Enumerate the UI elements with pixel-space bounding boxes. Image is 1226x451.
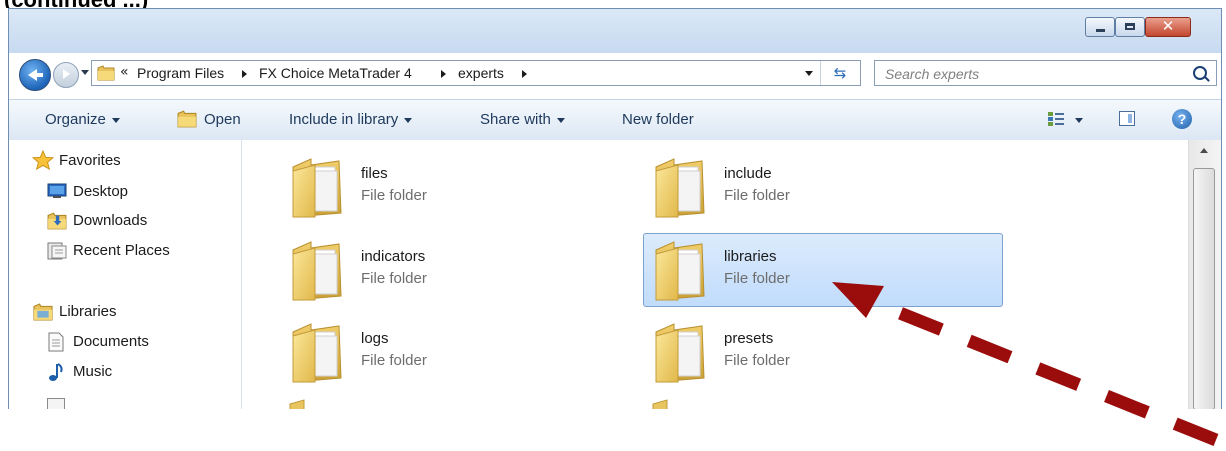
chevron-down-icon <box>556 117 565 123</box>
breadcrumb-separator[interactable] <box>441 70 446 78</box>
views-dropdown[interactable] <box>1075 118 1083 123</box>
open-folder-icon <box>177 110 197 128</box>
close-button[interactable]: ✕ <box>1145 17 1191 37</box>
maximize-button[interactable] <box>1115 17 1145 37</box>
search-input[interactable] <box>883 64 1177 84</box>
scroll-up-arrow[interactable] <box>1200 148 1208 153</box>
refresh-icon[interactable]: ⇆ <box>820 61 859 85</box>
minimize-button[interactable] <box>1085 17 1115 37</box>
breadcrumb-program-files[interactable]: Program Files <box>137 65 224 81</box>
breadcrumb-separator[interactable] <box>242 70 247 78</box>
recent-pages-dropdown[interactable] <box>81 70 89 75</box>
folder-type: File folder <box>361 270 427 287</box>
nav-music[interactable]: Music <box>73 363 112 380</box>
include-in-library-button[interactable]: Include in library <box>289 111 413 128</box>
folder-item-libraries[interactable]: libraries File folder <box>643 233 1003 307</box>
star-icon <box>32 150 54 170</box>
folder-icon <box>289 240 347 302</box>
search-icon[interactable] <box>1193 66 1207 80</box>
folder-type: File folder <box>361 187 427 204</box>
views-icon[interactable] <box>1047 111 1065 127</box>
help-icon[interactable]: ? <box>1172 109 1192 129</box>
nav-downloads[interactable]: Downloads <box>73 212 147 229</box>
folder-item-files[interactable]: files File folder <box>280 150 640 224</box>
open-button[interactable]: Open <box>204 111 241 128</box>
folder-icon <box>97 65 115 81</box>
nav-documents[interactable]: Documents <box>73 333 149 350</box>
folder-item-logs[interactable]: logs File folder <box>280 315 640 389</box>
folder-name: files <box>361 165 388 182</box>
chevron-down-icon <box>111 117 120 123</box>
organize-label: Organize <box>45 111 106 128</box>
address-bar[interactable]: « Program Files FX Choice MetaTrader 4 e… <box>91 60 861 86</box>
share-with-button[interactable]: Share with <box>480 111 565 128</box>
folder-item-indicators[interactable]: indicators File folder <box>280 233 640 307</box>
organize-button[interactable]: Organize <box>45 111 120 128</box>
downloads-icon <box>47 212 67 230</box>
nav-favorites[interactable]: Favorites <box>59 152 121 169</box>
desktop-icon <box>47 183 67 198</box>
new-folder-button[interactable]: New folder <box>622 111 694 128</box>
folder-name: include <box>724 165 772 182</box>
nav-libraries[interactable]: Libraries <box>59 303 117 320</box>
partial-folder-icon <box>652 399 668 409</box>
breadcrumb-experts[interactable]: experts <box>458 65 504 81</box>
breadcrumb-separator[interactable] <box>522 70 527 78</box>
file-list: files File folder include File folder in… <box>242 140 1188 409</box>
folder-type: File folder <box>724 352 790 369</box>
chevron-down-icon <box>404 117 413 123</box>
title-bar: ✕ <box>9 9 1221 53</box>
folder-type: File folder <box>724 270 790 287</box>
pictures-icon <box>47 398 65 409</box>
breadcrumb-fx-choice[interactable]: FX Choice MetaTrader 4 <box>259 65 412 81</box>
nav-recent-places[interactable]: Recent Places <box>73 242 170 259</box>
folder-icon <box>289 322 347 384</box>
search-box[interactable] <box>874 60 1217 86</box>
address-overflow[interactable]: « <box>120 64 129 80</box>
preview-pane-icon[interactable] <box>1119 111 1135 126</box>
folder-type: File folder <box>724 187 790 204</box>
music-icon <box>49 363 63 381</box>
share-with-label: Share with <box>480 111 551 128</box>
folder-name: libraries <box>724 248 777 265</box>
vertical-scrollbar[interactable] <box>1188 140 1221 409</box>
back-arrow-icon[interactable] <box>19 59 51 91</box>
folder-name: logs <box>361 330 389 347</box>
documents-icon <box>48 332 64 352</box>
command-bar: Organize Open Include in library Share w… <box>9 99 1221 141</box>
recent-places-icon <box>47 242 67 260</box>
folder-name: presets <box>724 330 774 347</box>
forward-arrow-icon[interactable] <box>53 62 79 88</box>
folder-icon <box>289 157 347 219</box>
libraries-icon <box>32 303 54 321</box>
address-history-dropdown[interactable] <box>805 71 813 76</box>
folder-type: File folder <box>361 352 427 369</box>
navigation-pane: Favorites Desktop Downloads Recent Place… <box>9 140 242 409</box>
folder-icon <box>652 322 710 384</box>
nav-desktop[interactable]: Desktop <box>73 183 128 200</box>
folder-icon <box>652 240 710 302</box>
scroll-thumb[interactable] <box>1193 168 1215 409</box>
include-in-library-label: Include in library <box>289 111 399 128</box>
partial-folder-icon <box>289 399 305 409</box>
folder-item-presets[interactable]: presets File folder <box>643 315 1003 389</box>
caption-cut-text: (continued ...) <box>0 0 1226 8</box>
close-icon: ✕ <box>1161 17 1175 35</box>
folder-item-include[interactable]: include File folder <box>643 150 1003 224</box>
folder-icon <box>652 157 710 219</box>
folder-name: indicators <box>361 248 426 265</box>
explorer-window: ✕ « Program Files FX Choice MetaTrader 4… <box>8 8 1222 409</box>
